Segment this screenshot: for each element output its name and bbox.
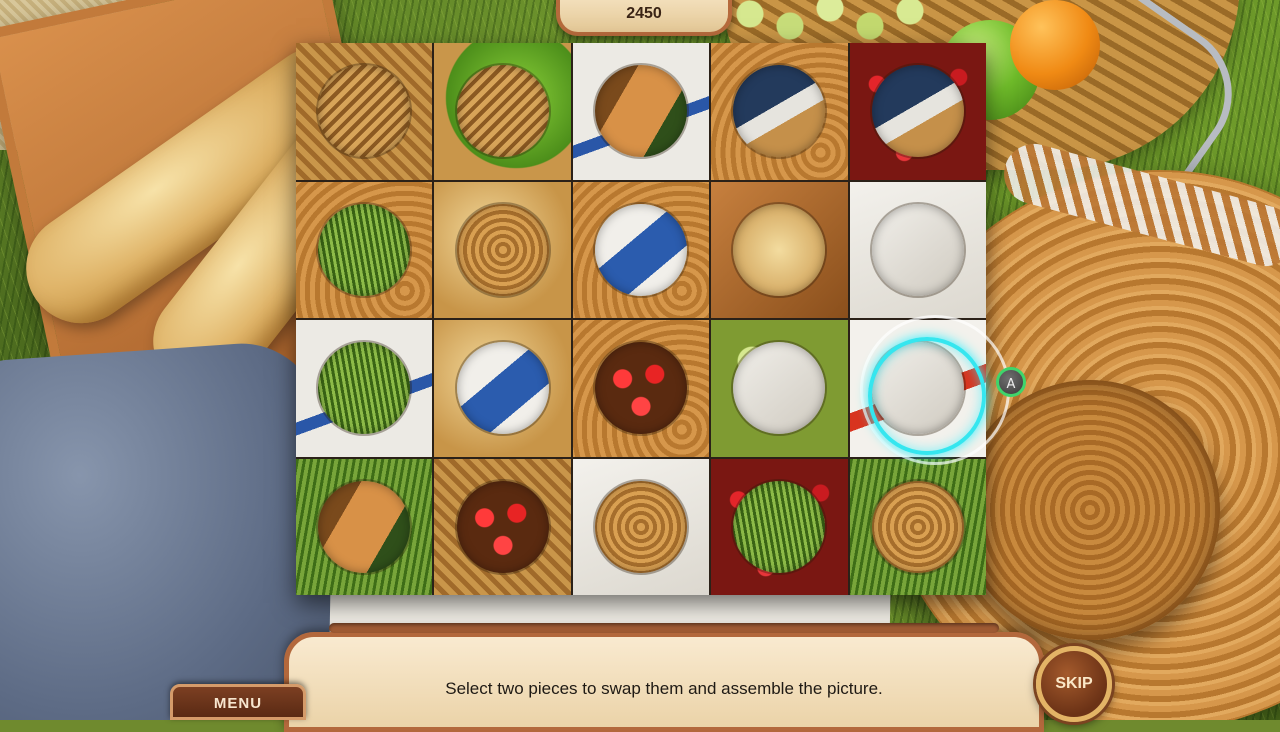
tile-circle-piece [733,342,826,435]
puzzle-tile[interactable] [572,181,710,318]
puzzle-tile[interactable] [296,458,433,595]
skip-button[interactable]: SKIP [1036,646,1112,722]
puzzle-tile[interactable] [434,181,571,318]
puzzle-tile[interactable] [849,181,986,318]
tile-circle-piece [594,203,687,296]
tile-circle-piece [456,65,549,158]
puzzle-tile[interactable] [296,320,433,457]
tile-circle-piece [318,203,411,296]
tile-circle-piece [871,65,964,158]
puzzle-board [296,43,986,595]
tile-circle-piece [594,65,687,158]
a-button-icon: A [996,367,1026,397]
tile-circle-piece [456,480,549,573]
puzzle-tile[interactable] [849,320,986,457]
puzzle-tile[interactable] [711,458,848,595]
puzzle-tile[interactable] [434,320,571,457]
tile-circle-piece [594,480,687,573]
panel-rail [329,623,999,633]
tile-circle-piece [733,65,826,158]
tile-circle-piece [318,480,411,573]
puzzle-tile[interactable] [711,43,848,180]
hat-crown [960,380,1220,640]
tile-circle-piece [456,203,549,296]
puzzle-tile[interactable] [434,43,571,180]
puzzle-tile[interactable] [572,43,710,180]
puzzle-tile[interactable] [572,320,710,457]
score-display: 2450 [556,0,732,36]
puzzle-tile[interactable] [572,458,710,595]
tile-circle-piece [318,65,411,158]
hint-panel: Select two pieces to swap them and assem… [284,623,1044,732]
hint-text: Select two pieces to swap them and assem… [445,679,883,698]
puzzle-tile[interactable] [434,458,571,595]
tile-circle-piece [594,342,687,435]
puzzle-tile[interactable] [711,320,848,457]
menu-button[interactable]: MENU [170,684,306,720]
tile-circle-piece [318,342,411,435]
tile-circle-piece [456,342,549,435]
puzzle-tile[interactable] [711,181,848,318]
puzzle-tile[interactable] [849,43,986,180]
puzzle-tile[interactable] [296,43,433,180]
puzzle-tile[interactable] [296,181,433,318]
tile-circle-piece [733,203,826,296]
tile-circle-piece [871,203,964,296]
tile-circle-piece [733,480,826,573]
tile-circle-piece [871,480,964,573]
puzzle-tile[interactable] [849,458,986,595]
tile-circle-piece [871,342,964,435]
